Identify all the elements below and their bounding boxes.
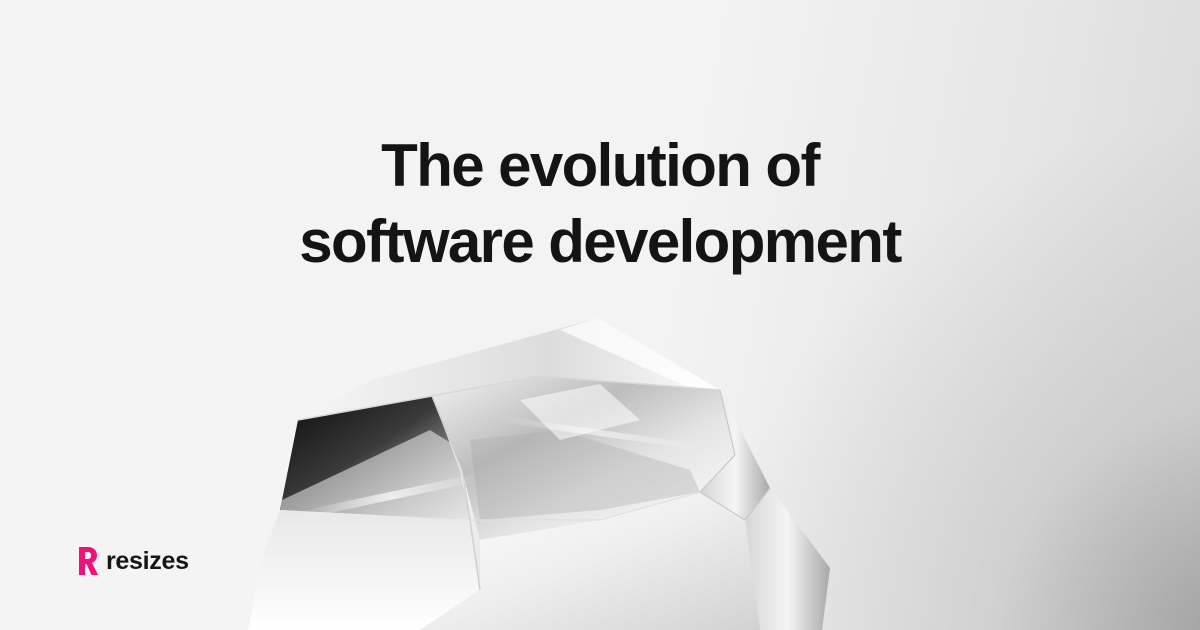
title-line-1: The evolution of: [381, 132, 820, 199]
resizes-logo-icon: [79, 547, 98, 575]
brand-name: resizes: [106, 547, 189, 575]
page-title: The evolution of software development: [0, 128, 1200, 280]
social-card: The evolution of software development re…: [0, 0, 1200, 630]
glass-crystal-illustration: [248, 318, 830, 630]
brand-logo: resizes: [74, 544, 189, 578]
title-line-2: software development: [299, 208, 902, 275]
